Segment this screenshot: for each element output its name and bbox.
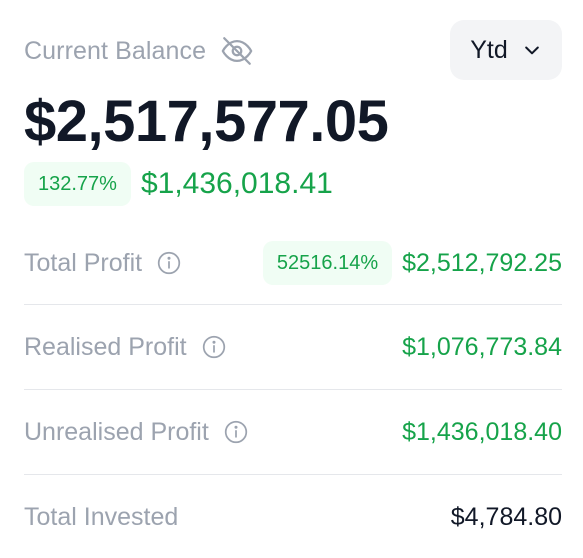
total-profit-value: $2,512,792.25 [402, 248, 562, 277]
total-invested-row: Total Invested $4,784.80 [24, 475, 562, 558]
period-dropdown[interactable]: Ytd [450, 20, 562, 80]
unrealised-profit-value: $1,436,018.40 [402, 417, 562, 446]
balance-label: Current Balance [24, 36, 207, 65]
unrealised-profit-label: Unrealised Profit [24, 417, 209, 446]
info-icon[interactable] [156, 250, 182, 276]
info-icon[interactable] [223, 419, 249, 445]
balance-card: Current Balance Ytd $2,517,577.05 132.77… [0, 0, 583, 558]
row-value-group: 52516.14% $2,512,792.25 [262, 241, 562, 285]
total-invested-label: Total Invested [24, 502, 179, 531]
total-profit-row: Total Profit 52516.14% $2,512,792.25 [24, 222, 562, 305]
balance-label-group: Current Balance [24, 34, 254, 68]
chevron-down-icon [522, 40, 542, 60]
profit-summary-list: Total Profit 52516.14% $2,512,792.25 Rea… [24, 222, 562, 558]
total-profit-percent-badge: 52516.14% [262, 241, 393, 285]
total-profit-label: Total Profit [24, 248, 143, 277]
balance-header: Current Balance Ytd [24, 20, 562, 80]
unrealised-profit-row: Unrealised Profit $1,436,018.40 [24, 390, 562, 475]
eye-off-icon[interactable] [220, 34, 254, 68]
balance-change-row: 132.77% $1,436,018.41 [24, 162, 333, 206]
row-label-group: Total Invested [24, 503, 178, 532]
row-label-group: Realised Profit [24, 333, 227, 362]
period-label: Ytd [470, 35, 508, 64]
row-label-group: Unrealised Profit [24, 418, 249, 447]
realised-profit-row: Realised Profit $1,076,773.84 [24, 305, 562, 390]
total-invested-value: $4,784.80 [450, 502, 562, 531]
current-balance-value: $2,517,577.05 [24, 89, 389, 154]
realised-profit-value: $1,076,773.84 [402, 332, 562, 361]
realised-profit-label: Realised Profit [24, 332, 187, 361]
info-icon[interactable] [201, 334, 227, 360]
change-amount: $1,436,018.41 [140, 167, 333, 200]
change-percent-badge: 132.77% [24, 162, 131, 206]
row-label-group: Total Profit [24, 249, 182, 278]
